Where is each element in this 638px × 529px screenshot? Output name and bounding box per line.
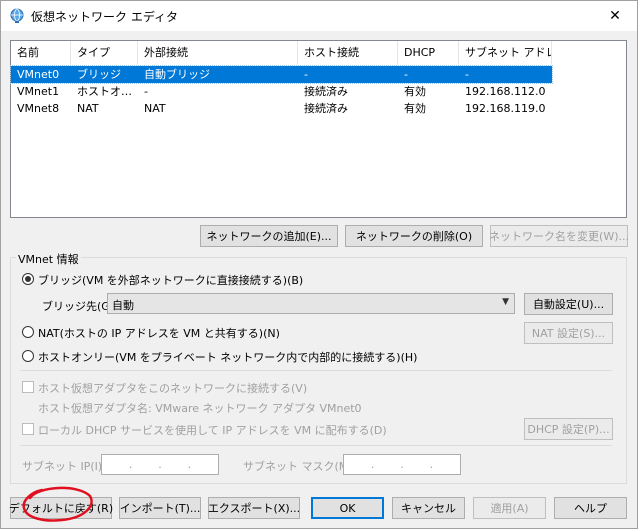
add-network-button[interactable]: ネットワークの追加(E)... <box>200 225 338 247</box>
ok-button[interactable]: OK <box>311 497 384 519</box>
table-cell: 有効 <box>404 85 426 98</box>
table-cell: 192.168.119.0 <box>465 102 546 115</box>
host-adapter-name: ホスト仮想アダプタ名: VMware ネットワーク アダプタ VMnet0 <box>38 402 362 415</box>
ip-dot: . <box>158 458 162 471</box>
chevron-down-icon: ▼ <box>502 297 509 307</box>
nat-radio-label[interactable]: NAT(ホストの IP アドレスを VM と共有する)(N) <box>38 325 280 341</box>
subnet-ip-label: サブネット IP(I): <box>22 460 106 473</box>
network-globe-icon <box>10 8 24 23</box>
table-cell: 接続済み <box>304 102 348 115</box>
table-cell: - <box>304 68 308 81</box>
remove-network-button[interactable]: ネットワークの削除(O) <box>345 225 483 247</box>
bridge-radio[interactable] <box>22 273 34 285</box>
connect-host-adapter-label[interactable]: ホスト仮想アダプタをこのネットワークに接続する(V) <box>38 380 307 396</box>
column-header-host[interactable]: ホスト接続 <box>298 41 398 65</box>
subnet-ip-input[interactable]: . . . <box>101 454 219 475</box>
help-button[interactable]: ヘルプ <box>554 497 627 519</box>
vmnet-info-label: VMnet 情報 <box>16 251 81 267</box>
connect-host-adapter-checkbox[interactable] <box>22 381 34 393</box>
ip-dot: . <box>429 458 434 471</box>
column-header-type[interactable]: タイプ <box>71 41 138 65</box>
table-row[interactable]: VMnet1 ホストオ… - 接続済み 有効 192.168.112.0 <box>11 83 552 100</box>
column-header-name[interactable]: 名前 <box>11 41 71 65</box>
list-header: 名前 タイプ 外部接続 ホスト接続 DHCP サブネット アドレス <box>11 41 626 65</box>
window-title: 仮想ネットワーク エディタ <box>31 10 178 24</box>
table-cell: VMnet0 <box>17 68 60 81</box>
divider <box>20 445 612 446</box>
table-row[interactable]: VMnet8 NAT NAT 接続済み 有効 192.168.119.0 <box>11 100 552 117</box>
use-local-dhcp-label[interactable]: ローカル DHCP サービスを使用して IP アドレスを VM に配布する(D) <box>38 422 387 438</box>
subnet-mask-label: サブネット マスク(M): <box>243 460 357 473</box>
table-cell: 接続済み <box>304 85 348 98</box>
table-cell: 有効 <box>404 102 426 115</box>
table-cell: VMnet8 <box>17 102 60 115</box>
nat-settings-button[interactable]: NAT 設定(S)... <box>524 322 613 344</box>
use-local-dhcp-checkbox[interactable] <box>22 423 34 435</box>
table-row[interactable]: VMnet0 ブリッジ 自動ブリッジ - - - <box>10 65 553 84</box>
table-cell: 192.168.112.0 <box>465 85 546 98</box>
bridge-to-select[interactable]: 自動 ▼ <box>107 293 515 314</box>
host-only-radio[interactable] <box>22 350 34 362</box>
table-cell: - <box>144 85 148 98</box>
close-button[interactable]: ✕ <box>592 0 638 31</box>
ip-dot: . <box>400 458 404 471</box>
apply-button[interactable]: 適用(A) <box>473 497 546 519</box>
column-header-dhcp[interactable]: DHCP <box>398 41 459 65</box>
ip-dot: . <box>128 458 133 471</box>
table-cell: ホストオ… <box>77 85 132 98</box>
network-list[interactable]: 名前 タイプ 外部接続 ホスト接続 DHCP サブネット アドレス VMnet0… <box>10 40 627 218</box>
column-header-external[interactable]: 外部接続 <box>138 41 298 65</box>
rename-network-button[interactable]: ネットワーク名を変更(W)... <box>489 225 629 247</box>
bridge-to-value: 自動 <box>112 299 134 312</box>
ip-dot: . <box>187 458 192 471</box>
divider <box>20 370 612 371</box>
subnet-mask-input[interactable]: . . . <box>343 454 461 475</box>
table-cell: - <box>465 68 469 81</box>
host-only-radio-label[interactable]: ホストオンリー(VM をプライベート ネットワーク内で内部的に接続する)(H) <box>38 349 417 365</box>
import-button[interactable]: インポート(T)... <box>119 497 201 519</box>
table-cell: 自動ブリッジ <box>144 68 210 81</box>
column-header-subnet[interactable]: サブネット アドレス <box>459 41 552 65</box>
cancel-button[interactable]: キャンセル <box>392 497 465 519</box>
export-button[interactable]: エクスポート(X)... <box>208 497 300 519</box>
table-cell: VMnet1 <box>17 85 60 98</box>
table-cell: ブリッジ <box>77 68 121 81</box>
title-bar: 仮想ネットワーク エディタ ✕ <box>0 0 638 31</box>
bridge-radio-label[interactable]: ブリッジ(VM を外部ネットワークに直接接続する)(B) <box>38 272 303 288</box>
table-cell: NAT <box>144 102 166 115</box>
ip-dot: . <box>370 458 375 471</box>
table-cell: NAT <box>77 102 99 115</box>
table-cell: - <box>404 68 408 81</box>
nat-radio[interactable] <box>22 326 34 338</box>
red-circle-annotation <box>22 486 93 522</box>
dhcp-settings-button[interactable]: DHCP 設定(P)... <box>524 418 613 440</box>
close-icon: ✕ <box>609 7 621 24</box>
auto-settings-button[interactable]: 自動設定(U)... <box>524 293 613 315</box>
